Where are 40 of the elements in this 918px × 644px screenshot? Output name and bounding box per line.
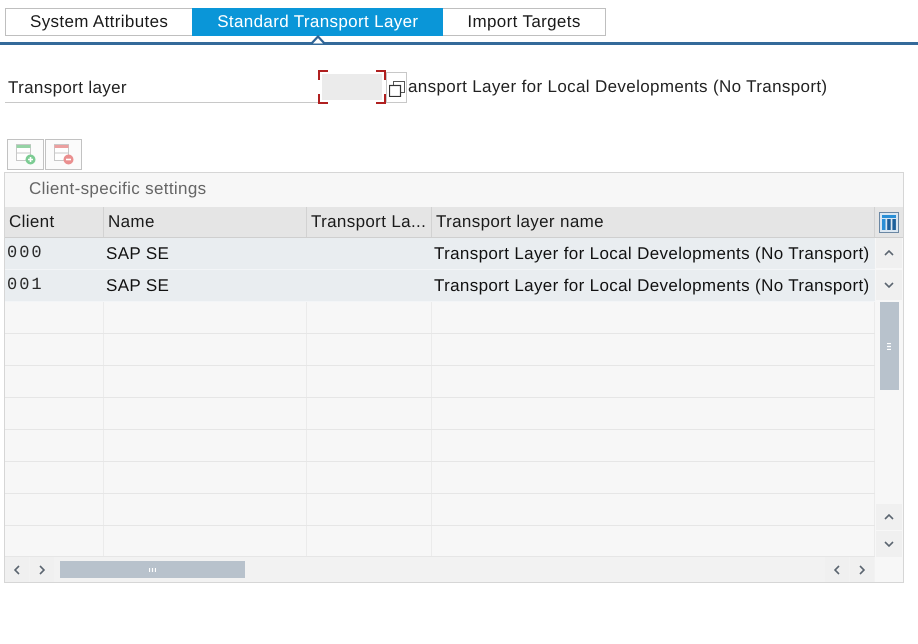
column-header[interactable]: Transport La... xyxy=(307,207,432,237)
tab[interactable]: System Attributes xyxy=(5,8,194,36)
chevron-right-icon xyxy=(859,564,865,574)
table-cell-text: 001 xyxy=(6,275,45,297)
grip-icon xyxy=(149,568,156,572)
tab[interactable]: Import Targets xyxy=(442,8,606,36)
column-header[interactable]: Client xyxy=(5,207,104,237)
scroll-down-button[interactable] xyxy=(876,531,902,557)
insert-row-icon xyxy=(16,144,36,165)
squares-icon xyxy=(388,81,404,97)
table-cell-text: SAP SE xyxy=(105,274,170,296)
table-cell-text: SAP SE xyxy=(105,242,170,264)
chevron-left-icon xyxy=(834,564,840,574)
scroll-up-button[interactable] xyxy=(876,504,902,530)
table-title: Client-specific settings xyxy=(29,179,207,199)
value-help-button[interactable] xyxy=(386,72,407,102)
table-row[interactable]: 001 SAP SE Transport Layer for Local Developments (No Transport) xyxy=(5,270,875,302)
chevron-down-icon xyxy=(884,282,894,288)
table-cell-text: Transport Layer for Local Developments (No Transport) xyxy=(433,242,871,264)
column-header[interactable]: Transport layer name xyxy=(432,207,875,237)
column-header[interactable]: Name xyxy=(104,207,307,237)
table-cell-text: 000 xyxy=(6,243,45,265)
field-description: ansport Layer for Local Developments (No Transport) xyxy=(408,77,828,97)
field-label: Transport layer xyxy=(5,73,318,103)
column-settings-icon[interactable] xyxy=(879,212,899,232)
scrollbar-thumb[interactable] xyxy=(880,302,898,390)
table-row[interactable]: 000 SAP SE Transport Layer for Local Developments (No Transport) xyxy=(5,238,875,270)
chevron-right-icon xyxy=(39,564,45,574)
chevron-left-icon xyxy=(14,564,20,574)
chevron-up-icon xyxy=(884,250,894,256)
scroll-up-button[interactable] xyxy=(876,238,902,268)
scroll-down-button[interactable] xyxy=(876,270,902,300)
chevron-up-icon xyxy=(884,514,894,520)
delete-row-icon xyxy=(54,144,74,165)
grip-icon xyxy=(887,342,891,350)
insert-row-button[interactable] xyxy=(7,139,44,170)
chevron-down-icon xyxy=(884,541,894,547)
scrollbar-thumb[interactable] xyxy=(60,561,245,578)
delete-row-button[interactable] xyxy=(45,139,82,170)
table-cell-text: Transport Layer for Local Developments (No Transport) xyxy=(433,274,871,296)
